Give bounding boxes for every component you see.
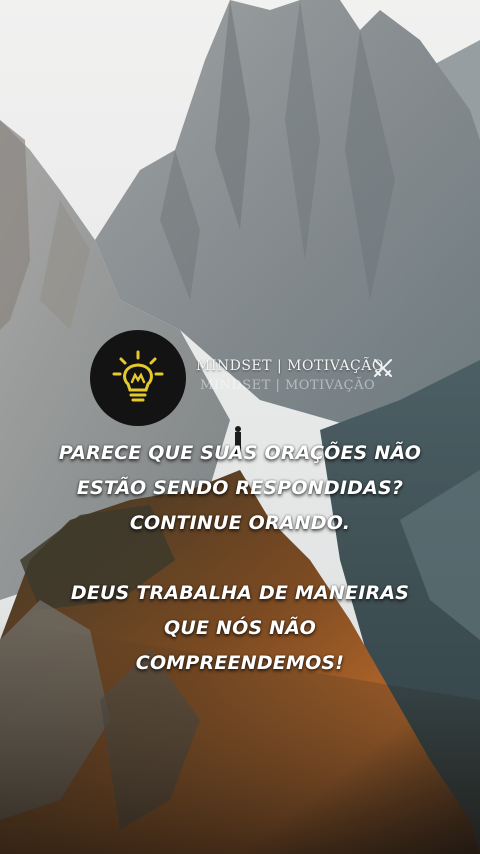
brand-logo[interactable] [90,330,186,426]
quote-line: QUE NÓS NÃO [164,617,316,639]
brand-header: MINDSET | MOTIVAÇÃO MINDSET | MOTIVAÇÃO [90,330,410,426]
mountain-background-image [0,0,480,854]
brand-name: MINDSET | MOTIVAÇÃO [196,358,384,374]
quote-line: COMPREENDEMOS! [135,652,345,674]
motivational-quote: PARECE QUE SUAS ORAÇÕES NÃO ESTÃO SENDO … [40,436,440,681]
crossed-swords-icon [374,359,392,377]
quote-line: DEUS TRABALHA DE MANEIRAS [70,582,410,604]
quote-line: ESTÃO SENDO RESPONDIDAS? [76,477,404,499]
lightbulb-icon [112,350,164,402]
quote-line: PARECE QUE SUAS ORAÇÕES NÃO [58,442,422,464]
brand-name-reflection: MINDSET | MOTIVAÇÃO [200,378,376,393]
quote-line: CONTINUE ORANDO. [129,512,351,534]
